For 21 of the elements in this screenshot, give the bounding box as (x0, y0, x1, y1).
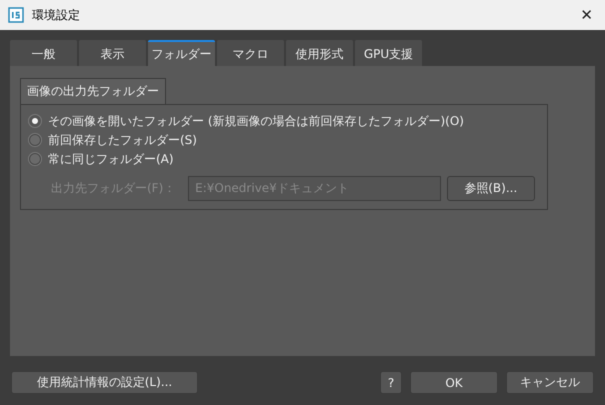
radio-option[interactable]: その画像を開いたフォルダー (新規画像の場合は前回保存したフォルダー)(O) (29, 113, 535, 129)
radio-option[interactable]: 常に同じフォルダー(A) (29, 151, 535, 167)
tab[interactable]: フォルダー (148, 40, 215, 66)
group-title: 画像の出力先フォルダー (20, 78, 166, 104)
tab[interactable]: 一般 (10, 40, 77, 66)
ok-button[interactable]: OK (410, 371, 498, 394)
radio-button[interactable] (29, 153, 41, 165)
radio-button[interactable] (29, 115, 41, 127)
usage-settings-button[interactable]: 使用統計情報の設定(L)... (11, 371, 198, 394)
radio-button[interactable] (29, 134, 41, 146)
browse-button[interactable]: 参照(B)... (446, 176, 535, 201)
tab[interactable]: GPU支援 (355, 40, 422, 66)
tab[interactable]: マクロ (217, 40, 284, 66)
tab[interactable]: 使用形式 (286, 40, 353, 66)
help-button[interactable]: ? (380, 371, 402, 394)
radio-option[interactable]: 前回保存したフォルダー(S) (29, 132, 535, 148)
close-button[interactable]: ✕ (576, 6, 597, 24)
app-logo-icon (8, 7, 24, 23)
cancel-button[interactable]: キャンセル (506, 371, 594, 394)
window-title: 環境設定 (32, 6, 81, 24)
tab[interactable]: 表示 (79, 40, 146, 66)
